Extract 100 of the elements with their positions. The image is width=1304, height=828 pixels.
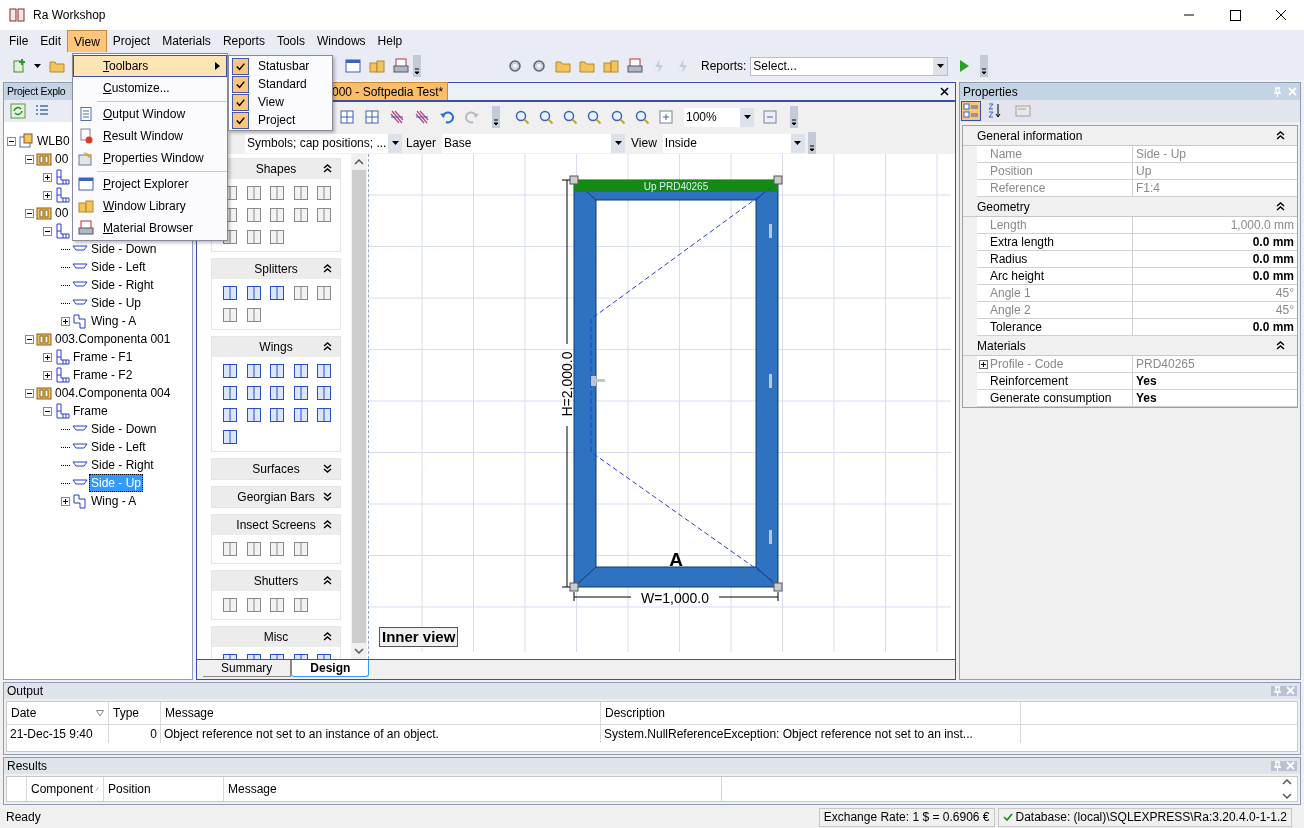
palette-header[interactable]: Georgian Bars	[212, 487, 340, 507]
menu-item[interactable]: View	[67, 30, 107, 52]
magnifier-icon[interactable]	[562, 109, 578, 125]
menu-item[interactable]: Result Window	[73, 125, 227, 147]
toolbar-overflow-icon[interactable]	[980, 55, 989, 77]
collapse-icon[interactable]	[323, 520, 332, 529]
toolbar-overflow-icon[interactable]	[807, 132, 816, 154]
view-dropdown[interactable]: Inside	[662, 133, 805, 153]
palette-header[interactable]: Insect Screens	[212, 515, 340, 535]
tree-item[interactable]: 003.Componenta 001	[53, 330, 173, 348]
grid-icon[interactable]	[364, 109, 380, 125]
menu-item[interactable]: Edit	[34, 30, 68, 52]
zoom-dropdown[interactable]: 100%	[684, 107, 754, 127]
tree-item[interactable]: Wing - A	[89, 492, 139, 510]
checkbox[interactable]	[232, 57, 249, 75]
collapse-icon[interactable]	[25, 334, 34, 344]
property-value[interactable]: Up	[1136, 162, 1152, 180]
menu-item[interactable]: Material Browser	[73, 217, 227, 239]
property-value[interactable]: 45°	[1275, 301, 1294, 319]
tree-item[interactable]: 00	[53, 150, 71, 168]
tool-icon[interactable]	[222, 307, 238, 323]
column-header[interactable]: Position	[108, 780, 219, 798]
toolbar-overflow-icon[interactable]	[790, 106, 798, 128]
scrollbar[interactable]	[351, 154, 367, 659]
collapse-icon[interactable]	[25, 388, 34, 398]
column-header[interactable]: Component	[31, 780, 94, 798]
undo-icon[interactable]	[439, 109, 455, 125]
expand-icon[interactable]	[61, 496, 70, 506]
tool-icon[interactable]	[269, 229, 286, 245]
menu-item[interactable]: Windows	[310, 30, 372, 52]
sort-alphabetical-icon[interactable]	[987, 103, 1003, 119]
toolbar-overflow-icon[interactable]	[413, 55, 421, 77]
tree-item[interactable]: Side - Down	[89, 240, 159, 258]
printer-icon[interactable]	[627, 58, 643, 74]
tool-icon[interactable]	[245, 285, 262, 301]
tree-item[interactable]: Frame - F1	[71, 348, 135, 366]
tool-icon[interactable]	[316, 285, 333, 301]
tool-icon[interactable]	[269, 407, 286, 423]
collapse-icon[interactable]	[1276, 341, 1285, 350]
magnifier-icon[interactable]	[610, 109, 626, 125]
checkbox[interactable]	[232, 75, 249, 93]
tool-icon[interactable]	[269, 185, 286, 201]
property-value[interactable]: 0.0 mm	[1252, 318, 1294, 336]
tool-icon[interactable]	[292, 363, 309, 379]
layer-dropdown[interactable]: Base	[442, 133, 626, 153]
menu-item[interactable]: Window Library	[73, 195, 227, 217]
collapse-icon[interactable]	[323, 164, 332, 173]
collapse-icon[interactable]	[1276, 202, 1285, 211]
collapse-icon[interactable]	[43, 406, 52, 416]
plus-box-icon[interactable]	[658, 109, 674, 125]
menu-item[interactable]: Output Window	[73, 103, 227, 125]
magnifier-icon[interactable]	[586, 109, 602, 125]
palette-header[interactable]: Wings	[212, 337, 340, 357]
menu-item[interactable]: Reports	[216, 30, 271, 52]
tree-item[interactable]: Side - Left	[89, 258, 148, 276]
window-icon[interactable]	[345, 58, 361, 74]
tool-icon[interactable]	[316, 185, 333, 201]
tool-icon[interactable]	[269, 597, 286, 613]
collapse-icon[interactable]	[323, 632, 332, 641]
collapse-icon[interactable]	[323, 342, 332, 351]
tool-icon[interactable]	[222, 541, 238, 557]
expand-icon[interactable]	[43, 370, 52, 380]
expand-icon[interactable]	[43, 172, 52, 182]
column-header[interactable]: Message	[165, 704, 596, 722]
tree-item[interactable]: 00	[53, 204, 71, 222]
expand-icon[interactable]	[43, 352, 52, 362]
tool-icon[interactable]	[245, 407, 262, 423]
tool-icon[interactable]	[292, 541, 309, 557]
menu-item[interactable]: Project	[106, 30, 157, 52]
menu-item[interactable]: Statusbar	[229, 57, 332, 75]
expand-icon[interactable]	[323, 492, 332, 501]
categorized-icon[interactable]	[961, 101, 981, 121]
expand-icon[interactable]	[323, 464, 332, 473]
menu-item[interactable]: Customize...	[73, 77, 227, 99]
tool-icon[interactable]	[222, 385, 238, 401]
magnifier-icon[interactable]	[634, 109, 650, 125]
menu-item[interactable]: Project	[229, 111, 332, 129]
tree-item[interactable]: Side - Right	[89, 456, 156, 474]
magnifier-icon[interactable]	[514, 109, 530, 125]
palette-header[interactable]: Misc	[212, 627, 340, 647]
tool-icon[interactable]	[292, 407, 309, 423]
scroll-up-icon[interactable]	[1281, 777, 1293, 787]
collapse-icon[interactable]	[7, 136, 16, 146]
filter-icon[interactable]	[96, 709, 104, 717]
symbols-dropdown[interactable]: Symbols; cap positions; ...	[245, 133, 400, 153]
tool-icon[interactable]	[245, 229, 262, 245]
tool-icon[interactable]	[245, 363, 262, 379]
tool-icon[interactable]	[222, 429, 238, 445]
tool-icon[interactable]	[222, 363, 238, 379]
tree-item[interactable]: Side - Up	[89, 294, 144, 312]
tool-icon[interactable]	[316, 207, 333, 223]
tree-item[interactable]: Side - Right	[89, 276, 156, 294]
tool-icon[interactable]	[292, 285, 309, 301]
collapse-icon[interactable]	[323, 576, 332, 585]
property-value[interactable]: PRD40265	[1136, 355, 1195, 373]
tool-icon[interactable]	[222, 407, 238, 423]
checkbox[interactable]	[232, 111, 249, 129]
collapse-icon[interactable]	[323, 264, 332, 273]
tree-item[interactable]: WLB0	[35, 132, 72, 150]
tree-item[interactable]: Frame	[71, 402, 110, 420]
